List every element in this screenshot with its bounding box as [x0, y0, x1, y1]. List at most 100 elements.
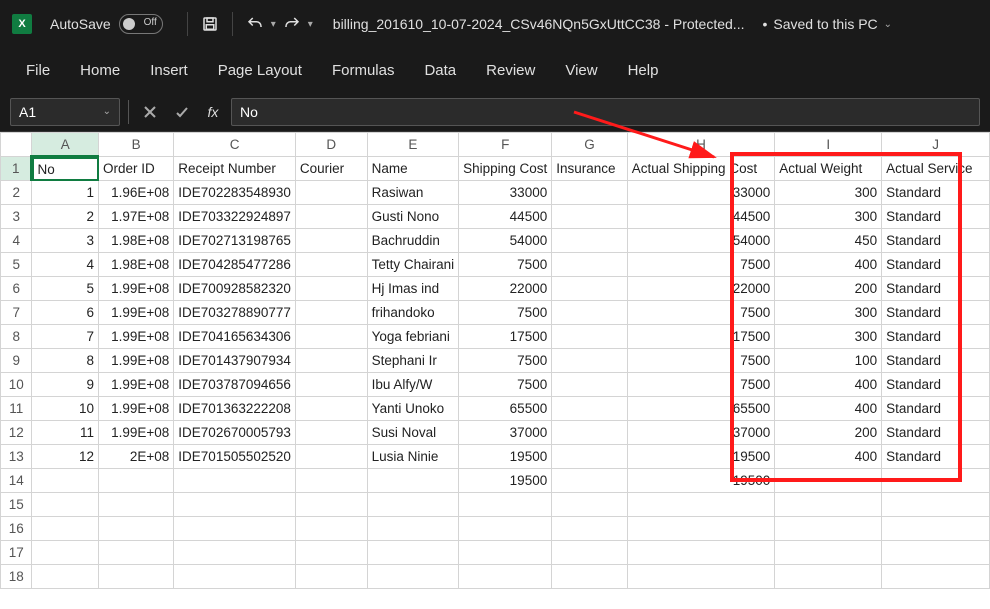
cell[interactable]: IDE702713198765 [174, 229, 296, 253]
enter-formula-button[interactable] [169, 99, 195, 125]
cell[interactable] [99, 517, 174, 541]
cell[interactable] [295, 253, 367, 277]
cell[interactable]: Standard [882, 397, 990, 421]
cell[interactable] [367, 565, 459, 589]
cell[interactable]: 44500 [459, 205, 552, 229]
cell[interactable] [295, 397, 367, 421]
cell[interactable] [775, 469, 882, 493]
cell[interactable]: Susi Noval [367, 421, 459, 445]
cell[interactable] [32, 565, 99, 589]
tab-help[interactable]: Help [624, 56, 663, 85]
row-header[interactable]: 8 [1, 325, 32, 349]
cell[interactable]: 54000 [459, 229, 552, 253]
cell[interactable] [99, 541, 174, 565]
cell[interactable] [459, 493, 552, 517]
column-header-H[interactable]: H [627, 133, 775, 157]
cell[interactable]: 300 [775, 205, 882, 229]
cell[interactable]: 37000 [627, 421, 775, 445]
cell[interactable]: 17500 [627, 325, 775, 349]
cell[interactable] [627, 517, 775, 541]
cell[interactable]: 300 [775, 181, 882, 205]
cell[interactable]: IDE703787094656 [174, 373, 296, 397]
column-header-J[interactable]: J [882, 133, 990, 157]
tab-page-layout[interactable]: Page Layout [214, 56, 306, 85]
cell[interactable]: 3 [32, 229, 99, 253]
row-header[interactable]: 6 [1, 277, 32, 301]
cell[interactable] [552, 397, 628, 421]
cell[interactable]: 17500 [459, 325, 552, 349]
cell[interactable]: 400 [775, 445, 882, 469]
cell[interactable]: 7500 [459, 349, 552, 373]
cell[interactable]: Ibu Alfy/W [367, 373, 459, 397]
cell[interactable]: 1.99E+08 [99, 325, 174, 349]
cell[interactable]: Standard [882, 421, 990, 445]
cell[interactable]: 7500 [459, 301, 552, 325]
cell[interactable]: 1.98E+08 [99, 229, 174, 253]
column-header-I[interactable]: I [775, 133, 882, 157]
cell[interactable]: 300 [775, 325, 882, 349]
select-all-corner[interactable] [1, 133, 32, 157]
cell[interactable]: Yanti Unoko [367, 397, 459, 421]
cell[interactable]: 1.99E+08 [99, 397, 174, 421]
cell[interactable]: Name [367, 157, 459, 181]
cell[interactable] [882, 493, 990, 517]
spreadsheet-grid[interactable]: ABCDEFGHIJ1NoOrder IDReceipt NumberCouri… [0, 132, 990, 589]
cell[interactable] [459, 517, 552, 541]
cell[interactable]: 1.99E+08 [99, 301, 174, 325]
cell[interactable]: 300 [775, 301, 882, 325]
row-header[interactable]: 16 [1, 517, 32, 541]
fx-icon[interactable]: fx [201, 104, 225, 120]
formula-input[interactable]: No [231, 98, 980, 126]
cell[interactable]: 37000 [459, 421, 552, 445]
cell[interactable]: 200 [775, 277, 882, 301]
cell[interactable] [174, 517, 296, 541]
cell[interactable]: Yoga febriani [367, 325, 459, 349]
cell[interactable] [552, 205, 628, 229]
cell[interactable] [32, 541, 99, 565]
cell[interactable]: Rasiwan [367, 181, 459, 205]
cell[interactable]: IDE702670005793 [174, 421, 296, 445]
cell[interactable]: 10 [32, 397, 99, 421]
cell[interactable]: 7500 [627, 349, 775, 373]
cell[interactable] [552, 565, 628, 589]
cell[interactable] [552, 181, 628, 205]
cell[interactable]: 450 [775, 229, 882, 253]
cell[interactable]: 400 [775, 397, 882, 421]
row-header[interactable]: 14 [1, 469, 32, 493]
cell[interactable]: 400 [775, 253, 882, 277]
cell[interactable] [295, 469, 367, 493]
cell[interactable] [32, 493, 99, 517]
cell[interactable] [367, 493, 459, 517]
row-header[interactable]: 4 [1, 229, 32, 253]
cell[interactable] [295, 349, 367, 373]
tab-file[interactable]: File [22, 56, 54, 85]
cell[interactable] [775, 565, 882, 589]
row-header[interactable]: 1 [1, 157, 32, 181]
cell[interactable]: Insurance [552, 157, 628, 181]
cell[interactable] [552, 493, 628, 517]
row-header[interactable]: 3 [1, 205, 32, 229]
column-header-C[interactable]: C [174, 133, 296, 157]
cell[interactable]: Actual Shipping Cost [627, 157, 775, 181]
tab-home[interactable]: Home [76, 56, 124, 85]
cell[interactable]: 7 [32, 325, 99, 349]
cell[interactable]: 1 [32, 181, 99, 205]
cell[interactable]: IDE703278890777 [174, 301, 296, 325]
cell[interactable]: 22000 [459, 277, 552, 301]
undo-button[interactable] [239, 8, 271, 40]
row-header[interactable]: 13 [1, 445, 32, 469]
cell[interactable] [552, 445, 628, 469]
column-header-A[interactable]: A [32, 133, 99, 157]
cell[interactable]: 54000 [627, 229, 775, 253]
cell[interactable]: Standard [882, 301, 990, 325]
row-header[interactable]: 12 [1, 421, 32, 445]
cell[interactable]: IDE701505502520 [174, 445, 296, 469]
cell[interactable]: Gusti Nono [367, 205, 459, 229]
cell[interactable]: 7500 [627, 301, 775, 325]
cell[interactable]: 1.99E+08 [99, 349, 174, 373]
row-header[interactable]: 2 [1, 181, 32, 205]
cell[interactable]: 2E+08 [99, 445, 174, 469]
cell[interactable] [367, 517, 459, 541]
cell[interactable]: Courier [295, 157, 367, 181]
cell[interactable]: Standard [882, 181, 990, 205]
